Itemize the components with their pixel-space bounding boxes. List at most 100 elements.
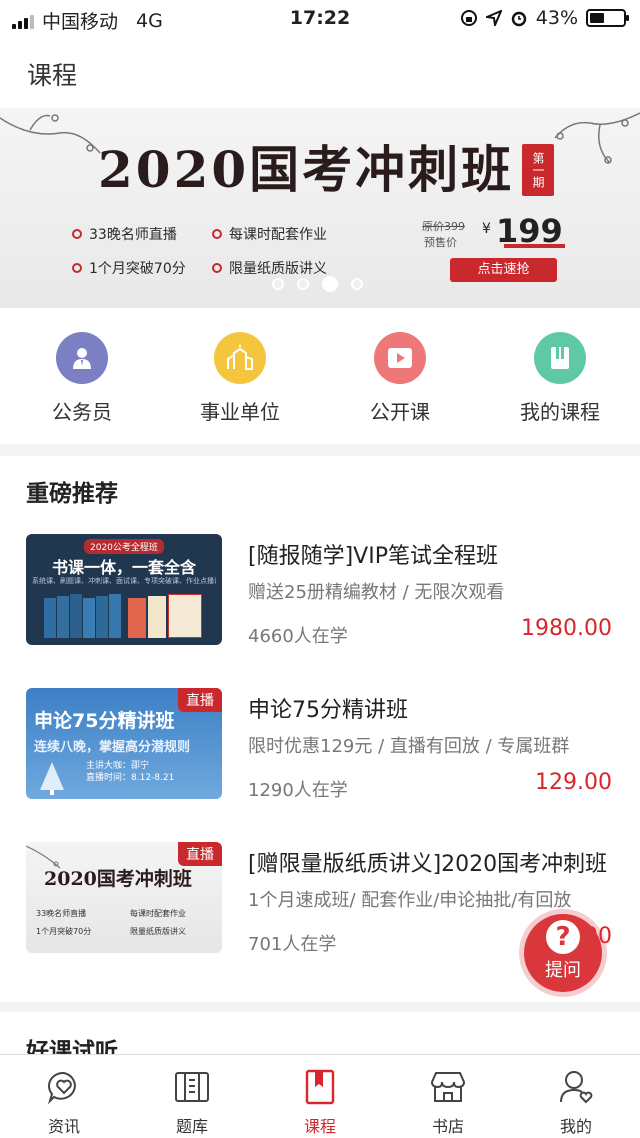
course-students: 1290人在学	[248, 780, 348, 801]
category-label: 我的课程	[520, 400, 600, 424]
rotation-lock-icon	[460, 10, 477, 26]
category-label: 公开课	[370, 400, 430, 424]
tab-label: 书店	[431, 1117, 464, 1136]
snow-tree-icon	[40, 762, 64, 795]
category-civil-servant[interactable]: 公务员	[12, 332, 152, 425]
course-title: [赠限量版纸质讲义]2020国考冲刺班	[248, 852, 608, 877]
banner-feature: 限量纸质版讲义	[212, 258, 327, 278]
original-price: 原价399	[422, 220, 465, 233]
question-mark-icon: ?	[546, 920, 580, 954]
circle-bullet-icon	[72, 263, 82, 273]
banner-feature: 1个月突破70分	[72, 258, 186, 278]
tab-bookstore[interactable]: 书店	[384, 1067, 512, 1137]
thumb-feature: 每课时配套作业	[130, 909, 186, 918]
course-thumbnail: 2020公考全程班 书课一体，一套全含 系统课、刷题课、冲刺课、面试课、专项突破…	[26, 534, 222, 645]
status-bar: 中国移动 4G 17:22 43%	[0, 0, 640, 36]
course-item[interactable]: 直播 申论75分精讲班 连续八晚，掌握高分潜规则 主讲大咖：邵宁 直播时间：8.…	[0, 688, 640, 801]
question-bank-icon	[175, 1072, 209, 1102]
carousel-dots[interactable]	[272, 276, 363, 292]
category-label: 事业单位	[200, 400, 280, 424]
course-students: 4660人在学	[248, 626, 348, 647]
category-circle	[56, 332, 108, 384]
course-students: 701人在学	[248, 934, 337, 955]
tab-label: 课程	[303, 1117, 336, 1136]
category-label: 公务员	[52, 400, 112, 424]
carousel-dot[interactable]	[322, 276, 338, 292]
thumb-time: 直播时间：8.12-8.21	[86, 773, 175, 783]
circle-bullet-icon	[72, 229, 82, 239]
banner-title: 2020国考冲刺班	[98, 140, 515, 199]
ask-question-button[interactable]: ? 提问	[524, 914, 602, 992]
tab-label: 我的	[559, 1117, 592, 1136]
bottom-tab-bar: 资讯 题库 课程 书店 我的	[0, 1054, 640, 1138]
course-subtitle: 限时优惠129元 / 直播有回放 / 专属班群	[248, 736, 570, 757]
thumb-feature: 限量纸质版讲义	[130, 927, 186, 936]
course-item[interactable]: 2020公考全程班 书课一体，一套全含 系统课、刷题课、冲刺课、面试课、专项突破…	[0, 534, 640, 647]
banner-feature: 每课时配套作业	[212, 224, 327, 244]
chat-heart-icon	[47, 1071, 76, 1105]
course-thumbnail: 直播 申论75分精讲班 连续八晚，掌握高分潜规则 主讲大咖：邵宁 直播时间：8.…	[26, 688, 222, 799]
category-grid: 公务员 事业单位 公开课 我的课程	[0, 308, 640, 444]
currency-symbol: ¥	[482, 221, 491, 237]
course-title: [随报随学]VIP笔试全程班	[248, 544, 498, 569]
banner-feature-text: 1个月突破70分	[89, 261, 186, 277]
category-circle	[374, 332, 426, 384]
thumb-headline: 申论75分精讲班	[34, 710, 175, 732]
buy-now-button[interactable]: 点击速抢	[450, 258, 557, 282]
banner-seal: 第一期	[522, 144, 554, 196]
category-my-courses[interactable]: 我的课程	[490, 332, 630, 425]
presale-price: 199	[496, 212, 565, 250]
carousel-dot[interactable]	[351, 278, 363, 290]
course-title: 申论75分精讲班	[248, 698, 408, 723]
plum-branch-left-icon	[0, 114, 101, 154]
carousel-dot[interactable]	[272, 278, 284, 290]
page-title: 课程	[27, 61, 78, 90]
circle-bullet-icon	[212, 263, 222, 273]
thumb-subline: 连续八晚，掌握高分潜规则	[34, 740, 191, 755]
tab-news[interactable]: 资讯	[0, 1067, 128, 1137]
thumb-feature: 1个月突破70分	[36, 927, 92, 936]
live-badge: 直播	[178, 842, 222, 866]
location-icon	[485, 10, 502, 26]
promo-banner[interactable]: 2020国考冲刺班 第一期 33晚名师直播 每课时配套作业 1个月突破70分 限…	[0, 108, 640, 308]
banner-feature: 33晚名师直播	[72, 224, 177, 244]
banner-feature-text: 33晚名师直播	[89, 227, 177, 243]
ask-label: 提问	[545, 960, 581, 981]
tab-question-bank[interactable]: 题库	[128, 1067, 256, 1137]
battery-fill	[590, 13, 604, 23]
live-badge: 直播	[178, 688, 222, 712]
category-open-course[interactable]: 公开课	[330, 332, 470, 425]
carousel-dot[interactable]	[297, 278, 309, 290]
course-book-icon	[305, 1069, 335, 1105]
tab-label: 题库	[175, 1117, 208, 1136]
banner-feature-text: 每课时配套作业	[229, 227, 327, 243]
tab-courses[interactable]: 课程	[256, 1067, 384, 1137]
category-circle	[534, 332, 586, 384]
thumb-headline: 书课一体，一套全含	[51, 558, 196, 577]
banner-feature-text: 限量纸质版讲义	[229, 261, 327, 277]
nav-bar: 课程	[0, 36, 640, 108]
course-subtitle: 1个月速成班/ 配套作业/申论抽批/有回放	[248, 890, 572, 911]
presale-price-value: 199	[496, 212, 563, 250]
tab-profile[interactable]: 我的	[512, 1067, 640, 1137]
course-thumbnail: 直播 2020国考冲刺班 33晚名师直播 每课时配套作业 1个月突破70分 限量…	[26, 842, 222, 953]
tab-label: 资讯	[47, 1117, 80, 1136]
alarm-icon	[511, 11, 526, 27]
play-icon	[388, 348, 412, 368]
course-price: 1980.00	[521, 616, 612, 641]
circle-bullet-icon	[212, 229, 222, 239]
battery-percent: 43%	[535, 7, 578, 29]
course-subtitle: 赠送25册精编教材 / 无限次观看	[248, 582, 505, 603]
battery-icon	[586, 9, 629, 27]
category-public-institution[interactable]: 事业单位	[170, 332, 310, 425]
building-icon	[227, 345, 253, 370]
book-icon	[551, 347, 569, 369]
thumb-headline: 2020国考冲刺班	[44, 868, 192, 890]
thumb-subline: 系统课、刷题课、冲刺课、面试课、专项突破课、作业点播课	[32, 577, 216, 585]
section-title: 重磅推荐	[26, 481, 118, 507]
course-price: 129.00	[535, 770, 612, 795]
thumb-top-label: 2020公考全程班	[84, 539, 164, 554]
books-illustration	[44, 592, 204, 640]
thumb-feature: 33晚名师直播	[36, 909, 87, 918]
profile-icon	[560, 1071, 593, 1104]
